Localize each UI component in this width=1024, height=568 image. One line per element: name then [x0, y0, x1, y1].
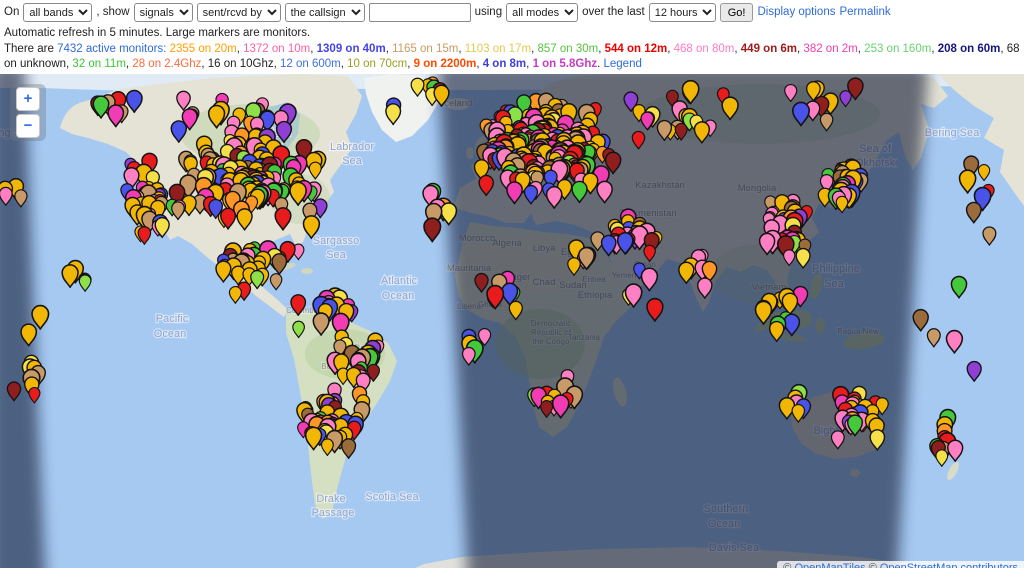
legend-link[interactable]: Legend	[604, 58, 642, 70]
stats-prefix: There are	[4, 43, 54, 55]
band-count: 857 on 30m	[537, 43, 598, 55]
band-count: 1103 on 17m	[465, 43, 531, 55]
using-label: using	[475, 5, 503, 20]
monitor-stats: There are 7432 active monitors: 2355 on …	[4, 42, 1020, 72]
show-label: , show	[96, 5, 129, 20]
band-count: 1309 on 40m	[317, 43, 386, 55]
map-label: Pacific	[156, 313, 189, 325]
openmaptiles-link[interactable]: OpenMapTiles	[794, 562, 865, 568]
permalink-link[interactable]: Permalink	[839, 5, 890, 20]
copyright-icon: ©	[783, 562, 791, 568]
period-select[interactable]: 12 hours	[649, 3, 716, 22]
modes-select[interactable]: all modes	[506, 3, 578, 22]
world-map[interactable]: Bering SeaHudsonBayLabradorSeaSargassoSe…	[0, 74, 1024, 568]
map-label: Bering Sea	[925, 127, 980, 139]
callsign-input[interactable]	[369, 3, 471, 22]
direction-select[interactable]: sent/rcvd by	[197, 3, 281, 22]
on-label: On	[4, 5, 19, 20]
openstreetmap-link[interactable]: OpenStreetMap contributors	[880, 562, 1018, 568]
band-count: 468 on 80m	[674, 43, 735, 55]
map-label: Sargasso	[313, 235, 359, 247]
copyright-icon: ©	[869, 562, 877, 568]
band-count: 208 on 60m	[938, 43, 1001, 55]
band-count: 544 on 12m	[605, 43, 668, 55]
map-label: Passage	[312, 507, 355, 519]
map-attribution: © OpenMapTiles © OpenStreetMap contribut…	[777, 561, 1024, 568]
map-label: Scotia Sea	[365, 491, 419, 503]
map-label: Sea	[326, 249, 346, 261]
zoom-in-button[interactable]: +	[16, 87, 40, 111]
band-count: 10 on 70cm	[347, 58, 407, 70]
refresh-notice: Automatic refresh in 5 minutes. Large ma…	[4, 26, 1020, 41]
bands-select[interactable]: all bands	[23, 3, 92, 22]
zoom-control: + −	[10, 84, 46, 141]
band-count: 4 on 8m	[483, 58, 526, 70]
band-count: 1165 on 15m	[392, 43, 458, 55]
entity-select[interactable]: the callsign	[285, 3, 365, 22]
map-label: Labrador	[330, 141, 374, 153]
zoom-out-button[interactable]: −	[16, 114, 40, 138]
over-label: over the last	[582, 5, 645, 20]
band-count: 1372 on 10m	[243, 43, 310, 55]
band-count: 2355 on 20m	[170, 43, 237, 55]
map-label: Ocean	[154, 328, 186, 340]
band-count: 382 on 2m	[803, 43, 857, 55]
map-label: Drake	[316, 493, 345, 505]
band-count: 1 on 5.8Ghz	[533, 58, 598, 70]
band-count: 12 on 600m	[280, 58, 341, 70]
map-label: Sea	[342, 155, 362, 167]
map-label: Atlantic	[381, 275, 418, 287]
band-count: 28 on 2.4Ghz	[132, 58, 201, 70]
query-toolbar: On all bands , show signals sent/rcvd by…	[4, 3, 1020, 22]
go-button[interactable]: Go!	[720, 3, 754, 22]
display-options-link[interactable]: Display options	[757, 5, 835, 20]
map-label: Ocean	[382, 290, 414, 302]
show-select[interactable]: signals	[134, 3, 193, 22]
band-count: 16 on 10Ghz	[208, 58, 274, 70]
active-monitors-link[interactable]: 7432 active monitors:	[57, 43, 166, 55]
header: On all bands , show signals sent/rcvd by…	[0, 0, 1024, 74]
band-count: 9 on 2200m	[414, 58, 477, 70]
band-count: 32 on 11m	[72, 58, 126, 70]
band-count: 449 on 6m	[741, 43, 797, 55]
band-count: 253 on 160m	[864, 43, 931, 55]
